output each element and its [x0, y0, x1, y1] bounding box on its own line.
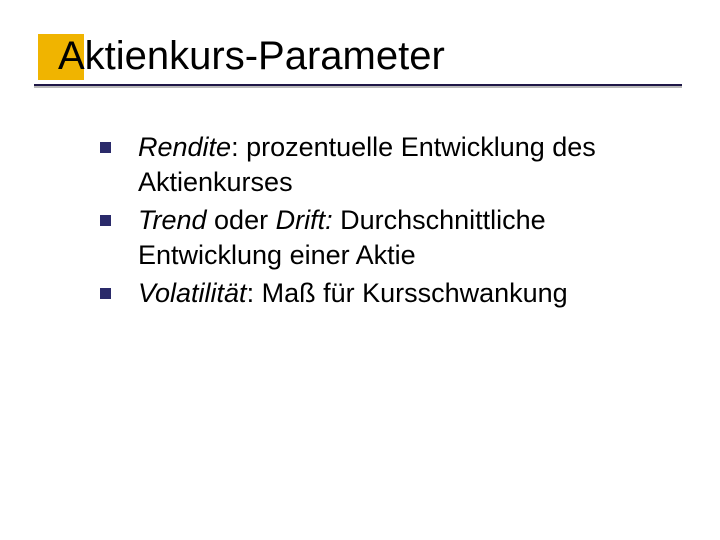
bullet-icon: [100, 288, 111, 299]
separator: :: [247, 278, 262, 308]
list-item: Trend oder Drift: Durchschnittliche Entw…: [100, 203, 660, 272]
separator: :: [231, 132, 246, 162]
separator: oder: [207, 205, 276, 235]
list-item: Volatilität: Maß für Kursschwankung: [100, 276, 660, 311]
term: Rendite: [138, 132, 231, 162]
title-area: Aktienkurs-Parameter: [0, 34, 720, 92]
term: Volatilität: [138, 278, 247, 308]
list-item: Rendite: prozentuelle Entwicklung des Ak…: [100, 130, 660, 199]
term: Trend: [138, 205, 207, 235]
slide: Aktienkurs-Parameter Rendite: prozentuel…: [0, 0, 720, 540]
definition: Maß für Kursschwankung: [262, 278, 568, 308]
slide-title: Aktienkurs-Parameter: [58, 34, 445, 78]
bullet-icon: [100, 142, 111, 153]
term-secondary: Drift:: [276, 205, 333, 235]
bullet-icon: [100, 215, 111, 226]
body-content: Rendite: prozentuelle Entwicklung des Ak…: [100, 130, 660, 315]
title-underline: [34, 84, 682, 86]
